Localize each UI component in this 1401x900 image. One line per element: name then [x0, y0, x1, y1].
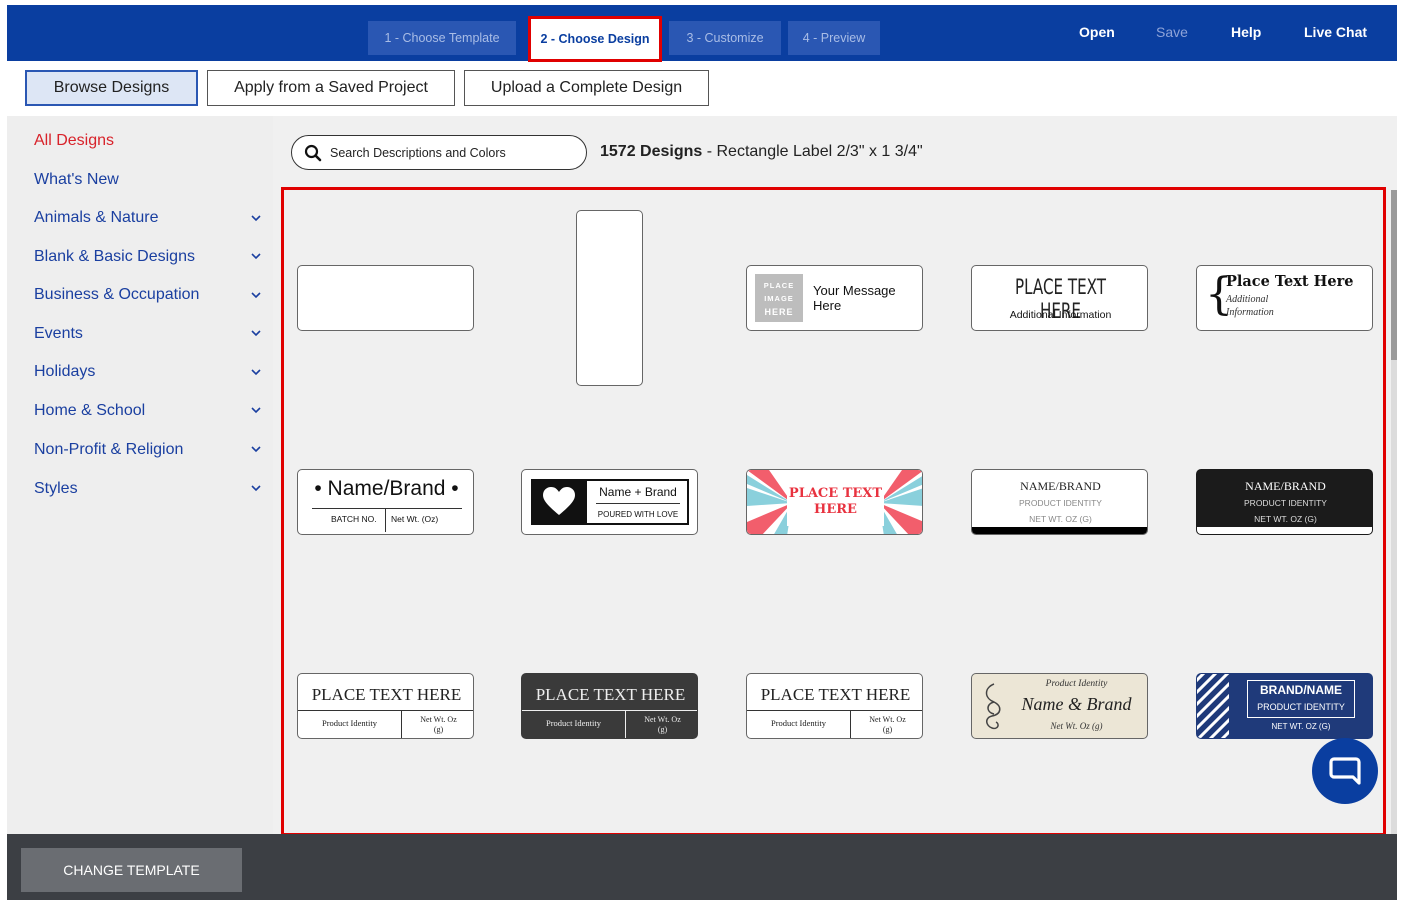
design-subtitle: NET WT. OZ (G) — [1254, 514, 1317, 524]
design-card[interactable]: PLACE TEXT HERE Product Identity Net Wt.… — [746, 673, 923, 739]
heart-icon — [543, 487, 575, 515]
design-card[interactable]: PLACE TEXT HERE Product Identity Net Wt.… — [297, 673, 474, 739]
design-title: PLACE TEXT — [788, 486, 883, 501]
search-placeholder: Search Descriptions and Colors — [330, 146, 506, 160]
design-subtitle: Net Wt. Oz — [644, 715, 681, 724]
step-preview[interactable]: 4 - Preview — [788, 21, 880, 55]
design-text: Here — [813, 298, 842, 313]
scrollbar[interactable] — [1391, 190, 1397, 835]
flourish-icon — [985, 683, 1001, 730]
nav-blank-basic[interactable]: Blank & Basic Designs — [34, 248, 195, 266]
chevron-down-icon[interactable] — [250, 404, 262, 416]
design-subtitle: Additional Information — [1009, 309, 1112, 321]
design-title: Name & Brand — [1021, 694, 1132, 714]
search-icon — [304, 144, 322, 162]
design-subtitle: (g) — [433, 725, 444, 734]
upload-design-button[interactable]: Upload a Complete Design — [464, 70, 709, 106]
chevron-down-icon[interactable] — [250, 482, 262, 494]
design-card[interactable]: NAME/BRAND PRODUCT IDENTITY NET WT. OZ (… — [971, 469, 1148, 535]
design-subtitle: NET WT. OZ (G) — [1271, 722, 1331, 731]
design-subtitle: BATCH NO. — [331, 514, 377, 524]
scrollbar-thumb[interactable] — [1391, 190, 1397, 360]
design-subtitle: Net Wt. (Oz) — [391, 514, 439, 524]
design-subtitle: PRODUCT IDENTITY — [1019, 498, 1102, 508]
design-card[interactable]: Name + Brand POURED WITH LOVE — [521, 469, 698, 535]
nav-styles[interactable]: Styles — [34, 480, 78, 498]
design-subtitle: Information — [1226, 307, 1274, 318]
nav-all-designs[interactable]: All Designs — [34, 132, 114, 150]
design-text: Your Message — [813, 283, 896, 298]
design-card[interactable]: BRAND/NAME PRODUCT IDENTITY NET WT. OZ (… — [1196, 673, 1373, 739]
step-choose-template[interactable]: 1 - Choose Template — [368, 21, 516, 55]
design-title: HERE — [814, 502, 857, 517]
design-subtitle: Product Identity — [770, 718, 826, 728]
results-count: 1572 Designs - Rectangle Label 2/3" x 1 … — [600, 143, 923, 160]
design-card[interactable]: PLACE IMAGE HERE Your Message Here — [746, 265, 923, 331]
chevron-down-icon[interactable] — [250, 212, 262, 224]
design-title: NAME/BRAND — [1245, 479, 1326, 493]
image-placeholder: PLACE IMAGE HERE — [755, 274, 803, 322]
design-subtitle: Net Wt. Oz — [869, 715, 906, 724]
design-title: PLACE TEXT HERE — [535, 685, 686, 704]
nav-whats-new[interactable]: What's New — [34, 171, 119, 189]
nav-animals-nature[interactable]: Animals & Nature — [34, 209, 159, 227]
chevron-down-icon[interactable] — [250, 443, 262, 455]
live-chat-link[interactable]: Live Chat — [1304, 24, 1367, 40]
chevron-down-icon[interactable] — [250, 327, 262, 339]
save-link[interactable]: Save — [1156, 24, 1188, 40]
design-card-blank-vertical[interactable] — [576, 210, 643, 386]
design-subtitle: Product Identity — [321, 718, 377, 728]
help-link[interactable]: Help — [1231, 24, 1261, 40]
design-title: • Name/Brand • — [314, 477, 459, 500]
nav-non-profit-religion[interactable]: Non-Profit & Religion — [34, 441, 183, 459]
nav-home-school[interactable]: Home & School — [34, 402, 145, 420]
design-subtitle: (g) — [657, 725, 668, 734]
design-subtitle: NET WT. OZ (G) — [1029, 514, 1092, 524]
design-title: NAME/BRAND — [1020, 479, 1101, 493]
placeholder-text: HERE — [764, 307, 794, 317]
design-subtitle: POURED WITH LOVE — [597, 510, 679, 519]
design-title: PLACE TEXT HERE — [311, 685, 462, 704]
design-card[interactable]: PLACE TEXT HERE Additional Information — [971, 265, 1148, 331]
step-customize[interactable]: 3 - Customize — [669, 21, 781, 55]
design-subtitle: PRODUCT IDENTITY — [1257, 702, 1345, 712]
design-title: Name + Brand — [599, 485, 677, 499]
design-title: PLACE TEXT HERE — [760, 685, 911, 704]
design-title: BRAND/NAME — [1260, 683, 1342, 697]
nav-holidays[interactable]: Holidays — [34, 363, 95, 381]
design-card[interactable]: PLACE TEXT HERE — [746, 469, 923, 535]
design-card[interactable]: NAME/BRAND PRODUCT IDENTITY NET WT. OZ (… — [1196, 469, 1373, 535]
design-card[interactable]: PLACE TEXT HERE Product Identity Net Wt.… — [521, 673, 698, 739]
design-subtitle: Net Wt. Oz — [420, 715, 457, 724]
browse-designs-button[interactable]: Browse Designs — [25, 70, 198, 106]
placeholder-text: PLACE — [763, 281, 795, 290]
open-link[interactable]: Open — [1079, 24, 1115, 40]
nav-business-occupation[interactable]: Business & Occupation — [34, 286, 199, 304]
placeholder-text: IMAGE — [764, 294, 794, 303]
design-card[interactable]: • Name/Brand • BATCH NO. Net Wt. (Oz) — [297, 469, 474, 535]
design-title: Place Text Here — [1226, 273, 1354, 290]
stripe-pattern — [1197, 674, 1229, 738]
change-template-button[interactable]: CHANGE TEMPLATE — [21, 848, 242, 892]
design-card[interactable]: Product Identity Name & Brand Net Wt. Oz… — [971, 673, 1148, 739]
category-sidebar: All Designs What's New Animals & Nature … — [7, 116, 273, 834]
chevron-down-icon[interactable] — [250, 366, 262, 378]
design-subtitle: Net Wt. Oz (g) — [1050, 721, 1103, 731]
nav-events[interactable]: Events — [34, 325, 83, 343]
search-input[interactable]: Search Descriptions and Colors — [291, 135, 587, 170]
design-subtitle: PRODUCT IDENTITY — [1244, 498, 1327, 508]
design-card-blank-horizontal[interactable] — [297, 265, 474, 331]
apply-saved-project-button[interactable]: Apply from a Saved Project — [207, 70, 455, 106]
step-choose-design[interactable]: 2 - Choose Design — [528, 16, 662, 62]
design-subtitle: (g) — [882, 725, 893, 734]
design-subtitle: Product Identity — [1045, 679, 1108, 689]
live-chat-button[interactable] — [1312, 738, 1378, 804]
design-subtitle: Product Identity — [545, 718, 601, 728]
chevron-down-icon[interactable] — [250, 250, 262, 262]
chat-icon — [1329, 757, 1361, 785]
chevron-down-icon[interactable] — [250, 289, 262, 301]
design-subtitle: Additional — [1226, 294, 1269, 305]
design-card[interactable]: { Place Text Here Additional Information — [1196, 265, 1373, 331]
